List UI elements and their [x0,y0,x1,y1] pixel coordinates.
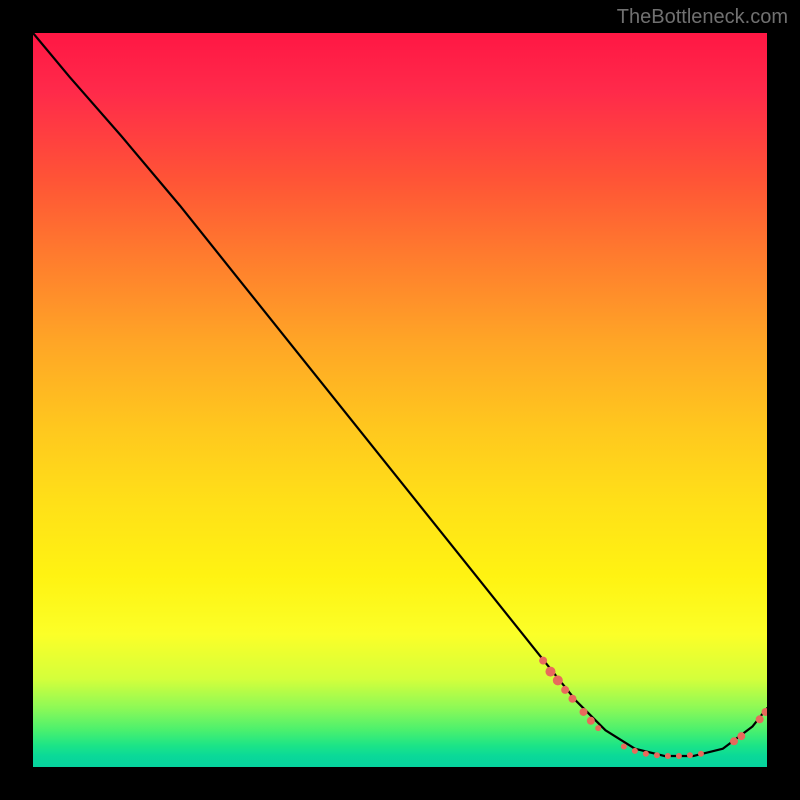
scatter-point [643,751,649,757]
scatter-point [545,667,555,677]
scatter-point [687,752,693,758]
scatter-point [676,753,682,759]
scatter-point [654,752,660,758]
scatter-point [698,751,704,757]
scatter-point [737,732,745,740]
scatter-point [665,753,671,759]
scatter-point [587,717,595,725]
chart-scatter-points [539,657,767,759]
chart-curve [33,33,767,756]
scatter-point [568,695,576,703]
chart-plot-area [33,33,767,767]
scatter-point [580,708,588,716]
scatter-point [632,748,638,754]
chart-svg-overlay [33,33,767,767]
scatter-point [756,715,764,723]
scatter-point [595,725,601,731]
watermark-text: TheBottleneck.com [617,6,788,29]
scatter-point [621,743,627,749]
scatter-point [539,657,547,665]
scatter-point [561,686,569,694]
scatter-point [730,737,738,745]
scatter-point [553,675,563,685]
